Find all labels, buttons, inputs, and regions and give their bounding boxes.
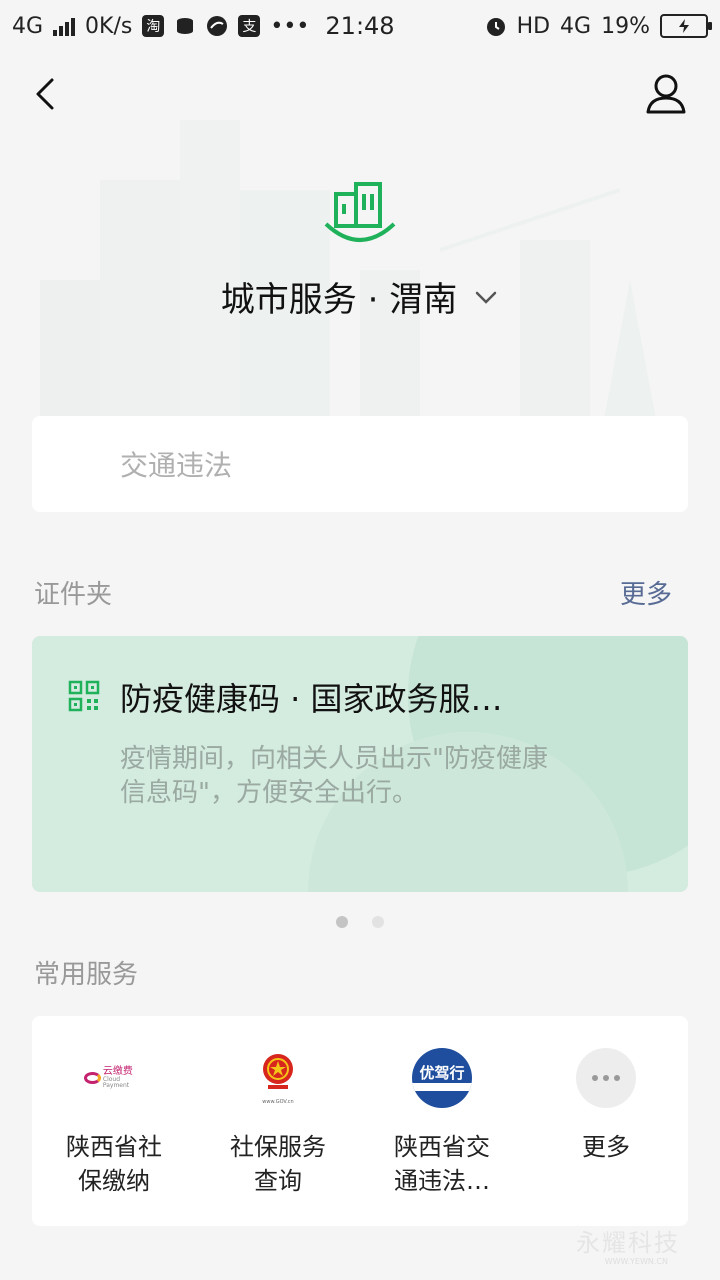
city-title: 城市服务 · 渭南 — [220, 280, 458, 320]
network-speed: 0K/s — [85, 13, 133, 39]
network-type-right: 4G — [560, 13, 592, 39]
card-description: 疫情期间，向相关人员出示"防疫健康信息码"，方便安全出行。 — [120, 744, 548, 808]
usb-icon — [174, 15, 196, 37]
watermark-url: WWW.YEWN.CN — [604, 1257, 668, 1266]
more-dots-icon — [576, 1048, 636, 1108]
national-emblem-icon: www.GOV.cn — [248, 1048, 308, 1108]
back-button[interactable] — [28, 70, 68, 118]
service-label: 更多 — [582, 1133, 630, 1161]
signal-icon — [53, 16, 76, 36]
profile-button[interactable] — [642, 70, 690, 118]
city-selector[interactable]: 城市服务 · 渭南 — [0, 272, 720, 321]
battery-icon — [660, 14, 712, 38]
service-label: 社保服务 查询 — [230, 1133, 326, 1195]
certificates-label: 证件夹 — [34, 580, 113, 610]
city-buildings-icon — [324, 182, 396, 242]
service-more[interactable]: 更多 — [524, 1016, 688, 1226]
chevron-down-icon — [475, 291, 497, 304]
network-type: 4G — [12, 13, 44, 39]
service-social-security-query[interactable]: www.GOV.cn 社保服务 查询 — [196, 1016, 360, 1226]
battery-percent: 19% — [601, 13, 650, 39]
service-label: 陕西省社 保缴纳 — [66, 1133, 162, 1195]
card-title: 防疫健康码 · 国家政务服… — [120, 680, 503, 718]
hd-indicator: HD — [516, 13, 551, 39]
search-input[interactable]: 交通违法 — [32, 416, 688, 512]
back-arrow-icon — [36, 78, 54, 110]
page-dot-active — [336, 916, 348, 928]
alarm-icon — [485, 15, 507, 37]
watermark: 永耀科技 — [576, 1229, 680, 1257]
yunjiaofei-icon: 云缴费 Cloud Payment — [84, 1048, 144, 1108]
status-overflow: ••• — [270, 13, 310, 39]
page-dot — [372, 916, 384, 928]
card-pagination — [0, 916, 720, 928]
status-time: 21:48 — [325, 12, 395, 40]
search-placeholder: 交通违法 — [120, 449, 233, 482]
services-panel: 云缴费 Cloud Payment 陕西省社 保缴纳 www.GOV.cn 社保… — [32, 1016, 688, 1226]
bird-icon — [206, 15, 228, 37]
status-bar: 4G 0K/s 淘 支 ••• 21:48 HD 4G 19% — [0, 0, 720, 52]
certificates-more-link[interactable]: 更多 — [620, 574, 672, 611]
service-traffic-violation[interactable]: 优驾行 陕西省交 通违法… — [360, 1016, 524, 1226]
skyline-decoration — [40, 120, 660, 440]
service-label: 陕西省交 通违法… — [394, 1133, 490, 1195]
taobao-icon: 淘 — [142, 15, 165, 37]
alipay-icon: 支 — [238, 15, 261, 37]
qr-code-icon — [68, 680, 100, 712]
service-social-security-payment[interactable]: 云缴费 Cloud Payment 陕西省社 保缴纳 — [32, 1016, 196, 1226]
health-code-card[interactable]: 防疫健康码 · 国家政务服… 疫情期间，向相关人员出示"防疫健康信息码"，方便安… — [32, 636, 688, 892]
youjiaxing-icon: 优驾行 — [412, 1048, 472, 1108]
services-label: 常用服务 — [34, 960, 139, 990]
profile-icon — [646, 74, 686, 114]
